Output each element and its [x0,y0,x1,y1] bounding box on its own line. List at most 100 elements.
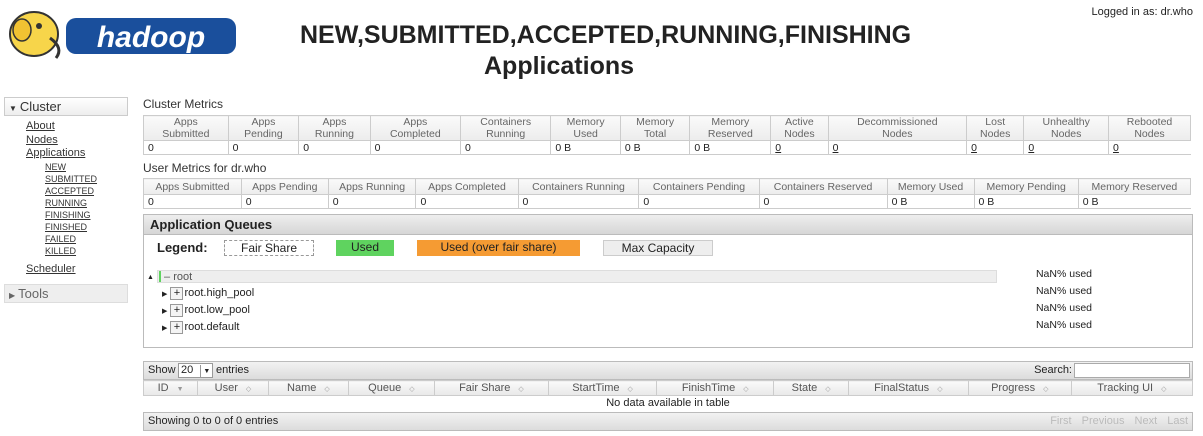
expand-arrow-icon[interactable]: ▶ [162,325,167,332]
search-input[interactable] [1074,363,1190,378]
metric-value: 0 [420,195,427,208]
column-header-starttime[interactable]: StartTime ◇ [548,380,657,396]
cluster-nav-header[interactable]: ▼ Cluster [4,97,128,116]
column-header-state[interactable]: State ◇ [773,380,849,396]
column-header-tracking-ui[interactable]: Tracking UI ◇ [1070,380,1194,396]
user-metrics-value-8: 0 B [973,194,1079,209]
cluster-metrics-header-8: Active Nodes [770,115,829,141]
table-footer: Showing 0 to 0 of 0 entries First Previo… [143,412,1193,431]
expand-plus-icon[interactable]: + [170,320,184,334]
cluster-metrics-value-10[interactable]: 0 [966,140,1024,155]
collapse-arrow-icon[interactable]: ▲ [147,274,154,281]
header-line: Apps [173,116,198,128]
metric-value[interactable]: 0 [971,142,977,154]
sort-icon[interactable]: ◇ [246,386,251,393]
expand-plus-icon[interactable]: + [170,303,184,317]
nav-link-running[interactable]: RUNNING [45,197,128,209]
column-header-finishtime[interactable]: FinishTime ◇ [655,380,775,396]
page-title-line2: Applications [484,52,635,80]
column-header-progress[interactable]: Progress ◇ [967,380,1072,396]
metric-value[interactable]: 0 [833,142,839,154]
nav-link-submitted[interactable]: SUBMITTED [45,173,128,185]
collapse-triangle-icon: ▼ [9,104,17,113]
nav-link-scheduler[interactable]: Scheduler [26,263,128,277]
metric-value: 0 [245,195,252,208]
queue-root-used-fill [159,270,161,282]
sort-icon[interactable]: ◇ [825,386,830,393]
pager-previous[interactable]: Previous [1082,415,1125,427]
cluster-metrics-value-12[interactable]: 0 [1108,140,1191,155]
queue-root[interactable]: ▲ – root [147,268,1007,284]
sort-icon[interactable]: ◇ [743,386,748,393]
metric-value[interactable]: 0 [1028,142,1034,154]
nav-link-failed[interactable]: FAILED [45,233,128,245]
tools-nav-header[interactable]: ▶ Tools [4,284,128,303]
header-line: Used [573,128,598,140]
table-controls: Show 20 ▼ entries Search: [143,361,1193,380]
nav-link-accepted[interactable]: ACCEPTED [45,185,128,197]
column-header-user[interactable]: User ◇ [197,380,269,396]
sort-icon[interactable]: ◇ [1161,386,1166,393]
user-metrics-header-0: Apps Submitted [143,178,242,195]
queue-default[interactable]: ▶ + root.default [162,319,240,335]
queue-default-name[interactable]: root.default [184,321,239,333]
nav-link-finished[interactable]: FINISHED [45,221,128,233]
nav-link-killed[interactable]: KILLED [45,245,128,257]
metric-value: 0 [148,195,154,208]
column-header-queue[interactable]: Queue ◇ [347,380,435,396]
metric-value[interactable]: 0 [775,142,781,154]
header-line: Containers [480,116,532,128]
expand-plus-icon[interactable]: + [170,286,184,300]
page-title-line1: NEW,SUBMITTED,ACCEPTED,RUNNING,FINISHING [300,21,912,49]
pager-last[interactable]: Last [1167,415,1188,427]
nav-link-finishing[interactable]: FINISHING [45,209,128,221]
user-metrics-header-4: Containers Running [517,178,640,195]
nav-link-nodes[interactable]: Nodes [26,134,128,148]
metric-value: 0 B [891,195,908,208]
column-label: Queue [368,382,402,394]
metric-value[interactable]: 0 [1113,142,1119,154]
application-queues-title: Application Queues [144,215,1192,235]
logged-in-text: Logged in as: dr.who [1091,6,1193,18]
nav-link-new[interactable]: NEW [45,161,128,173]
cluster-metrics-header-4: Containers Running [460,115,552,141]
expand-arrow-icon[interactable]: ▶ [162,291,167,298]
column-header-finalstatus[interactable]: FinalStatus ◇ [847,380,969,396]
cluster-metrics-value-0: 0 [143,140,229,155]
cluster-metrics-value-8[interactable]: 0 [770,140,829,155]
cluster-metrics-header-7: Memory Reserved [689,115,772,141]
metric-value: 0 B [624,141,641,154]
column-header-fair-share[interactable]: Fair Share ◇ [433,380,550,396]
nav-link-applications[interactable]: Applications [26,147,128,161]
sort-icon[interactable]: ◇ [518,386,523,393]
header-line: Nodes [1134,128,1165,140]
sort-icon[interactable]: ◇ [409,386,414,393]
expand-arrow-icon[interactable]: ▶ [162,308,167,315]
queue-low-pool-name[interactable]: root.low_pool [184,304,249,316]
queue-root-label: – root [164,270,193,283]
queue-root-bar: – root [157,269,997,283]
sort-icon[interactable]: ◇ [627,386,632,393]
sort-icon[interactable]: ▼ [177,386,184,393]
sort-icon[interactable]: ◇ [937,386,942,393]
pager-next[interactable]: Next [1135,415,1158,427]
header-line: Reserved [707,128,753,140]
queue-root-used: NaN% used [1035,268,1092,280]
sort-icon[interactable]: ◇ [1043,386,1048,393]
cluster-metrics-value-7: 0 B [689,140,771,155]
queue-high-pool[interactable]: ▶ + root.high_pool [162,285,254,301]
show-label: Show [148,364,176,376]
header-line: Apps [403,116,428,128]
cluster-metrics-header-12: Rebooted Nodes [1108,115,1191,141]
svg-text:hadoop: hadoop [97,21,205,54]
column-header-id[interactable]: ID ▼ [142,380,199,396]
queue-low-pool[interactable]: ▶ + root.low_pool [162,302,250,318]
pager-first[interactable]: First [1050,415,1071,427]
sort-icon[interactable]: ◇ [324,386,329,393]
column-header-name[interactable]: Name ◇ [267,380,349,396]
cluster-metrics-value-11[interactable]: 0 [1023,140,1109,155]
nav-link-about[interactable]: About [26,120,128,134]
page-size-select[interactable]: 20 ▼ [178,363,214,378]
cluster-metrics-value-9[interactable]: 0 [827,140,967,155]
queue-high-pool-name[interactable]: root.high_pool [184,287,254,299]
